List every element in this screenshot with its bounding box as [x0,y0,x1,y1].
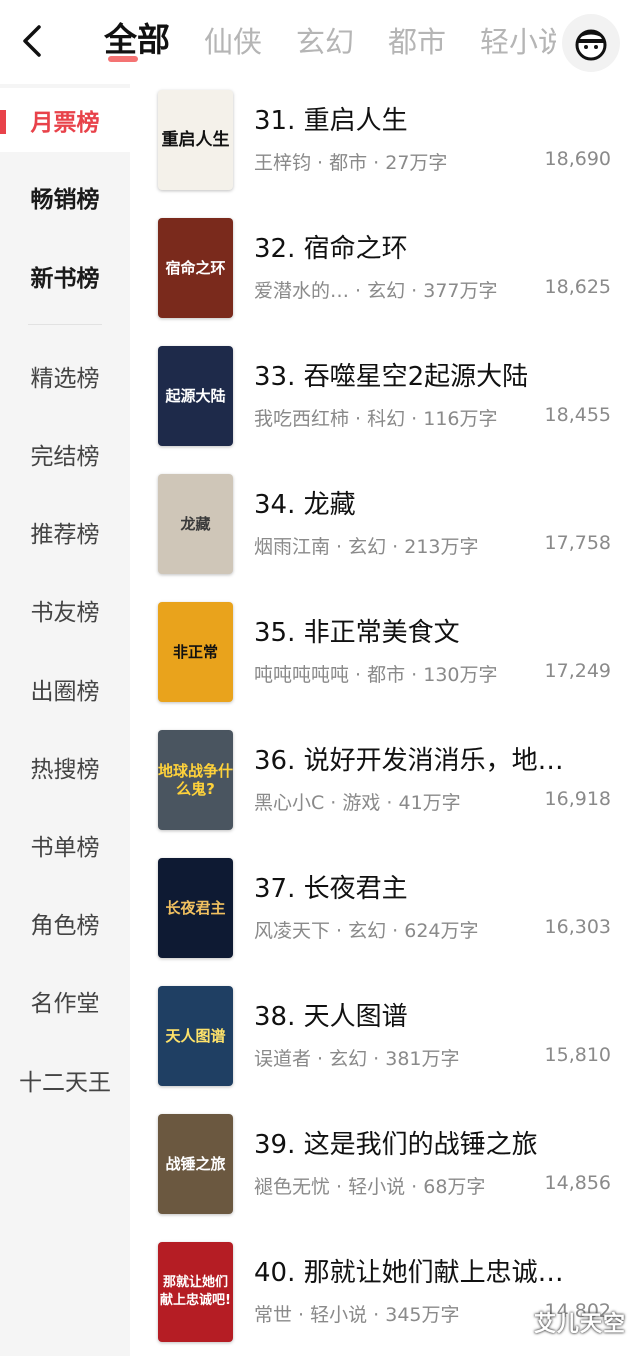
book-cover[interactable]: 那就让她们献上忠诚吧! [158,1242,233,1342]
list-item[interactable]: 那就让她们献上忠诚吧! 40. 那就让她们献上忠诚… 常世 · 轻小说 · 34… [130,1236,640,1356]
sidebar-item-new-books[interactable]: 新书榜 [0,244,130,308]
list-item[interactable]: 天人图谱 38. 天人图谱 误道者 · 玄幻 · 381万字 15,810 [130,980,640,1108]
vote-count: 17,249 [544,660,611,682]
sidebar-divider [28,324,102,325]
book-meta: 烟雨江南 · 玄幻 · 213万字 [254,536,479,558]
list-item[interactable]: 龙藏 34. 龙藏 烟雨江南 · 玄幻 · 213万字 17,758 [130,468,640,596]
book-cover[interactable]: 天人图谱 [158,986,233,1086]
book-title: 38. 天人图谱 [254,1002,408,1032]
active-tab-indicator [108,56,138,62]
tab-dushi[interactable]: 都市 [388,22,446,62]
book-title: 35. 非正常美食文 [254,618,460,648]
sidebar-item-hot-search[interactable]: 热搜榜 [0,735,130,799]
book-meta: 黑心小C · 游戏 · 41万字 [254,792,461,814]
book-title: 36. 说好开发消消乐，地… [254,746,564,776]
book-meta: 褪色无忧 · 轻小说 · 68万字 [254,1176,486,1198]
list-item[interactable]: 非正常 35. 非正常美食文 吨吨吨吨吨 · 都市 · 130万字 17,249 [130,596,640,724]
book-title: 33. 吞噬星空2起源大陆 [254,362,529,392]
book-cover[interactable]: 长夜君主 [158,858,233,958]
sidebar-item-completed[interactable]: 完结榜 [0,422,130,486]
book-title: 37. 长夜君主 [254,874,408,904]
book-title: 39. 这是我们的战锤之旅 [254,1130,538,1160]
book-meta: 我吃西红柿 · 科幻 · 116万字 [254,408,498,430]
tab-xuanhuan[interactable]: 玄幻 [296,22,354,62]
sidebar-item-recommended[interactable]: 推荐榜 [0,500,130,564]
vote-count: 15,810 [544,1044,611,1066]
book-meta: 常世 · 轻小说 · 345万字 [254,1304,460,1326]
chevron-left-icon [23,25,41,57]
book-meta: 王梓钧 · 都市 · 27万字 [254,152,448,174]
sidebar-item-monthly-ticket[interactable]: 月票榜 [0,88,130,152]
sidebar-item-featured[interactable]: 精选榜 [0,344,130,408]
book-meta: 吨吨吨吨吨 · 都市 · 130万字 [254,664,498,686]
sidebar-item-twelve-kings[interactable]: 十二天王 [0,1048,130,1112]
book-title: 40. 那就让她们献上忠诚… [254,1258,564,1288]
book-title: 31. 重启人生 [254,106,408,136]
list-item[interactable]: 长夜君主 37. 长夜君主 风凌天下 · 玄幻 · 624万字 16,303 [130,852,640,980]
vote-count: 16,918 [544,788,611,810]
vote-count: 14,856 [544,1172,611,1194]
sidebar-item-reader-friends[interactable]: 书友榜 [0,578,130,642]
tab-xianxia[interactable]: 仙侠 [204,22,262,62]
sidebar-item-breakout[interactable]: 出圈榜 [0,657,130,721]
vote-count: 18,625 [544,276,611,298]
list-item[interactable]: 起源大陆 33. 吞噬星空2起源大陆 我吃西红柿 · 科幻 · 116万字 18… [130,340,640,468]
ranking-sidebar: 月票榜 畅销榜 新书榜 精选榜 完结榜 推荐榜 书友榜 出圈榜 热搜榜 书单榜 … [0,84,130,1356]
book-cover[interactable]: 非正常 [158,602,233,702]
tab-light-novel[interactable]: 轻小说 [480,22,556,62]
list-item[interactable]: 重启人生 31. 重启人生 王梓钧 · 都市 · 27万字 18,690 [130,84,640,212]
book-cover[interactable]: 宿命之环 [158,218,233,318]
sidebar-item-book-list[interactable]: 书单榜 [0,813,130,877]
book-meta: 误道者 · 玄幻 · 381万字 [254,1048,460,1070]
tab-all[interactable]: 全部 [104,20,170,62]
user-avatar-icon [575,29,607,61]
category-tabs: 全部 仙侠 玄幻 都市 轻小说 [104,0,556,84]
tab-label: 全部 [104,20,170,59]
book-title: 32. 宿命之环 [254,234,408,264]
vote-count: 16,303 [544,916,611,938]
vote-count: 18,455 [544,404,611,426]
list-item[interactable]: 宿命之环 32. 宿命之环 爱潜水的… · 玄幻 · 377万字 18,625 [130,212,640,340]
vote-count: 18,690 [544,148,611,170]
book-meta: 爱潜水的… · 玄幻 · 377万字 [254,280,498,302]
sidebar-item-bestseller[interactable]: 畅销榜 [0,165,130,229]
sidebar-item-character[interactable]: 角色榜 [0,891,130,955]
book-title: 34. 龙藏 [254,490,356,520]
sidebar-item-masterpiece-hall[interactable]: 名作堂 [0,969,130,1033]
top-bar: 全部 仙侠 玄幻 都市 轻小说 [0,0,640,84]
list-item[interactable]: 地球战争什么鬼? 36. 说好开发消消乐，地… 黑心小C · 游戏 · 41万字… [130,724,640,852]
list-item[interactable]: 战锤之旅 39. 这是我们的战锤之旅 褪色无忧 · 轻小说 · 68万字 14,… [130,1108,640,1236]
book-meta: 风凌天下 · 玄幻 · 624万字 [254,920,479,942]
vote-count: 17,758 [544,532,611,554]
book-cover[interactable]: 重启人生 [158,90,233,190]
back-button[interactable] [12,18,52,64]
book-cover[interactable]: 地球战争什么鬼? [158,730,233,830]
book-cover[interactable]: 起源大陆 [158,346,233,446]
book-cover[interactable]: 龙藏 [158,474,233,574]
watermark: 艾儿天空 [533,1312,626,1337]
book-cover[interactable]: 战锤之旅 [158,1114,233,1214]
user-avatar-button[interactable] [562,14,620,72]
